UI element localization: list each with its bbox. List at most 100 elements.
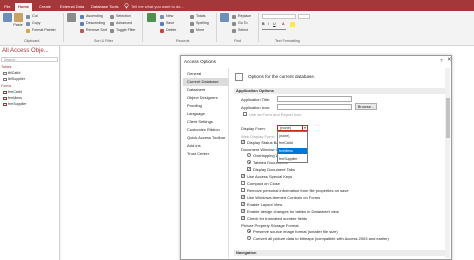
- cut-button[interactable]: Cut: [26, 14, 38, 19]
- italic-button[interactable]: I: [268, 22, 269, 27]
- nav-item-form[interactable]: frmSupplier: [3, 102, 26, 106]
- remove-personal-info-checkbox[interactable]: [241, 188, 245, 192]
- selection-icon: [110, 14, 114, 19]
- help-button[interactable]: ?: [440, 58, 443, 63]
- layout-view-checkbox[interactable]: [241, 202, 245, 206]
- category-language[interactable]: Language: [183, 110, 229, 118]
- nav-item-table[interactable]: tblSupplier: [3, 77, 25, 81]
- app-icon-label: Application Icon:: [241, 105, 271, 110]
- toggle-filter-button[interactable]: Toggle Filter: [110, 28, 136, 33]
- app-icon-input[interactable]: [277, 104, 352, 110]
- display-form-option-highlighted[interactable]: frmMenu: [278, 148, 307, 154]
- brush-icon: [26, 28, 30, 33]
- category-current-database[interactable]: Current Database: [183, 78, 229, 86]
- tab-database-tools[interactable]: Database Tools: [88, 3, 122, 11]
- close-button[interactable]: ✕: [447, 57, 452, 63]
- category-customize-ribbon[interactable]: Customize Ribbon: [183, 126, 229, 134]
- tabbed-documents-radio[interactable]: [247, 160, 251, 164]
- font-color-button[interactable]: A: [282, 22, 285, 27]
- ascending-button[interactable]: Ascending: [80, 14, 103, 19]
- replace-button[interactable]: Replace: [232, 14, 251, 19]
- tab-create[interactable]: Create: [36, 3, 54, 11]
- filter-button[interactable]: [66, 13, 76, 23]
- special-keys-checkbox[interactable]: [241, 174, 245, 178]
- category-add-ins[interactable]: Add-ins: [183, 142, 229, 150]
- font-name-dropdown[interactable]: [262, 14, 296, 19]
- nav-title[interactable]: All Access Obje...: [2, 48, 49, 54]
- category-datasheet[interactable]: Datasheet: [183, 86, 229, 94]
- tell-me-box[interactable]: Tell me what you want to do...: [131, 4, 184, 9]
- app-title-input[interactable]: [277, 96, 352, 102]
- overlapping-windows-radio[interactable]: [247, 153, 251, 157]
- delete-record-button[interactable]: Delete: [160, 28, 176, 33]
- options-scrollbar[interactable]: [445, 68, 450, 258]
- more-button[interactable]: More: [190, 28, 204, 33]
- nav-item-table[interactable]: tblCatId: [3, 71, 20, 75]
- use-as-icon-checkbox[interactable]: [243, 112, 247, 116]
- browse-button[interactable]: Browse...: [355, 103, 377, 110]
- align-buttons[interactable]: [262, 29, 286, 34]
- goto-button[interactable]: Go To: [232, 21, 248, 26]
- nav-group-forms[interactable]: Forms: [1, 84, 11, 88]
- bold-button[interactable]: B: [262, 22, 265, 27]
- remove-sort-icon: [80, 28, 84, 33]
- category-object-designers[interactable]: Object Designers: [183, 94, 229, 102]
- nav-item-label: tblCatId: [8, 71, 21, 75]
- find-button[interactable]: [219, 13, 229, 23]
- save-record-button[interactable]: Save: [160, 21, 174, 26]
- category-general[interactable]: General: [183, 70, 229, 78]
- category-client-settings[interactable]: Client Settings: [183, 118, 229, 126]
- compact-on-close-checkbox[interactable]: [241, 181, 245, 185]
- group-separator: [216, 13, 217, 42]
- paste-button[interactable]: Paste: [13, 13, 23, 27]
- paste-label: Paste: [13, 23, 23, 27]
- select-button[interactable]: Select: [232, 28, 248, 33]
- remove-sort-button[interactable]: Remove Sort: [80, 28, 107, 33]
- text-formatting-group-label: Text Formatting: [275, 39, 300, 43]
- font-size-dropdown[interactable]: [298, 14, 310, 19]
- highlight-button[interactable]: [290, 22, 295, 27]
- tab-home[interactable]: Home: [15, 3, 33, 11]
- totals-button[interactable]: Totals: [190, 14, 205, 19]
- document-tabs-checkbox[interactable]: [247, 167, 251, 171]
- selection-button[interactable]: Selection: [110, 14, 131, 19]
- save-label: Save: [166, 21, 175, 25]
- preserve-format-radio[interactable]: [247, 229, 251, 233]
- nav-group-tables[interactable]: Tables: [1, 65, 11, 69]
- refresh-all-button[interactable]: [145, 13, 157, 23]
- scrollbar-thumb[interactable]: [445, 98, 450, 138]
- copy-button[interactable]: Copy: [26, 21, 40, 26]
- category-proofing[interactable]: Proofing: [183, 102, 229, 110]
- view-button[interactable]: [2, 13, 12, 23]
- descending-button[interactable]: Descending: [80, 21, 105, 26]
- nav-item-form[interactable]: frmCatId: [3, 90, 22, 94]
- navigation-section: Navigation: [234, 250, 449, 256]
- tab-external-data[interactable]: External Data: [57, 3, 87, 11]
- underline-button[interactable]: U: [273, 22, 276, 27]
- refresh-icon: [146, 13, 156, 22]
- format-painter-button[interactable]: Format Painter: [26, 28, 56, 33]
- category-trust-center[interactable]: Trust Center: [183, 150, 229, 158]
- spelling-button[interactable]: Spelling: [190, 21, 209, 26]
- themed-controls-checkbox[interactable]: [241, 195, 245, 199]
- chevron-down-icon[interactable]: ▼: [302, 126, 307, 130]
- advanced-button[interactable]: Advanced: [110, 21, 132, 26]
- new-record-button[interactable]: New: [160, 14, 173, 19]
- convert-bitmaps-radio[interactable]: [247, 236, 251, 240]
- design-changes-checkbox[interactable]: [241, 209, 245, 213]
- arrow-icon: [232, 21, 236, 26]
- nav-search-input[interactable]: Search...: [1, 57, 58, 62]
- display-form-option[interactable]: frmSupplier: [278, 156, 307, 162]
- status-bar-checkbox[interactable]: [241, 140, 245, 144]
- ribbon-tab-bar: File Home Create External Data Database …: [0, 0, 474, 11]
- form-icon: [3, 90, 7, 94]
- display-form-option[interactable]: (none): [278, 133, 307, 139]
- display-form-option[interactable]: frmCatId: [278, 140, 307, 146]
- app-title-label: Application Title:: [241, 97, 271, 102]
- access-options-dialog: Access Options ? ✕ General Current Datab…: [180, 55, 452, 260]
- themed-controls-label: Use Windows-themed Controls on Forms: [247, 195, 321, 200]
- nav-item-form[interactable]: frmMenu: [3, 96, 22, 100]
- category-quick-access-toolbar[interactable]: Quick Access Toolbar: [183, 134, 229, 142]
- truncated-fields-checkbox[interactable]: [241, 216, 245, 220]
- tab-file[interactable]: File: [1, 3, 13, 11]
